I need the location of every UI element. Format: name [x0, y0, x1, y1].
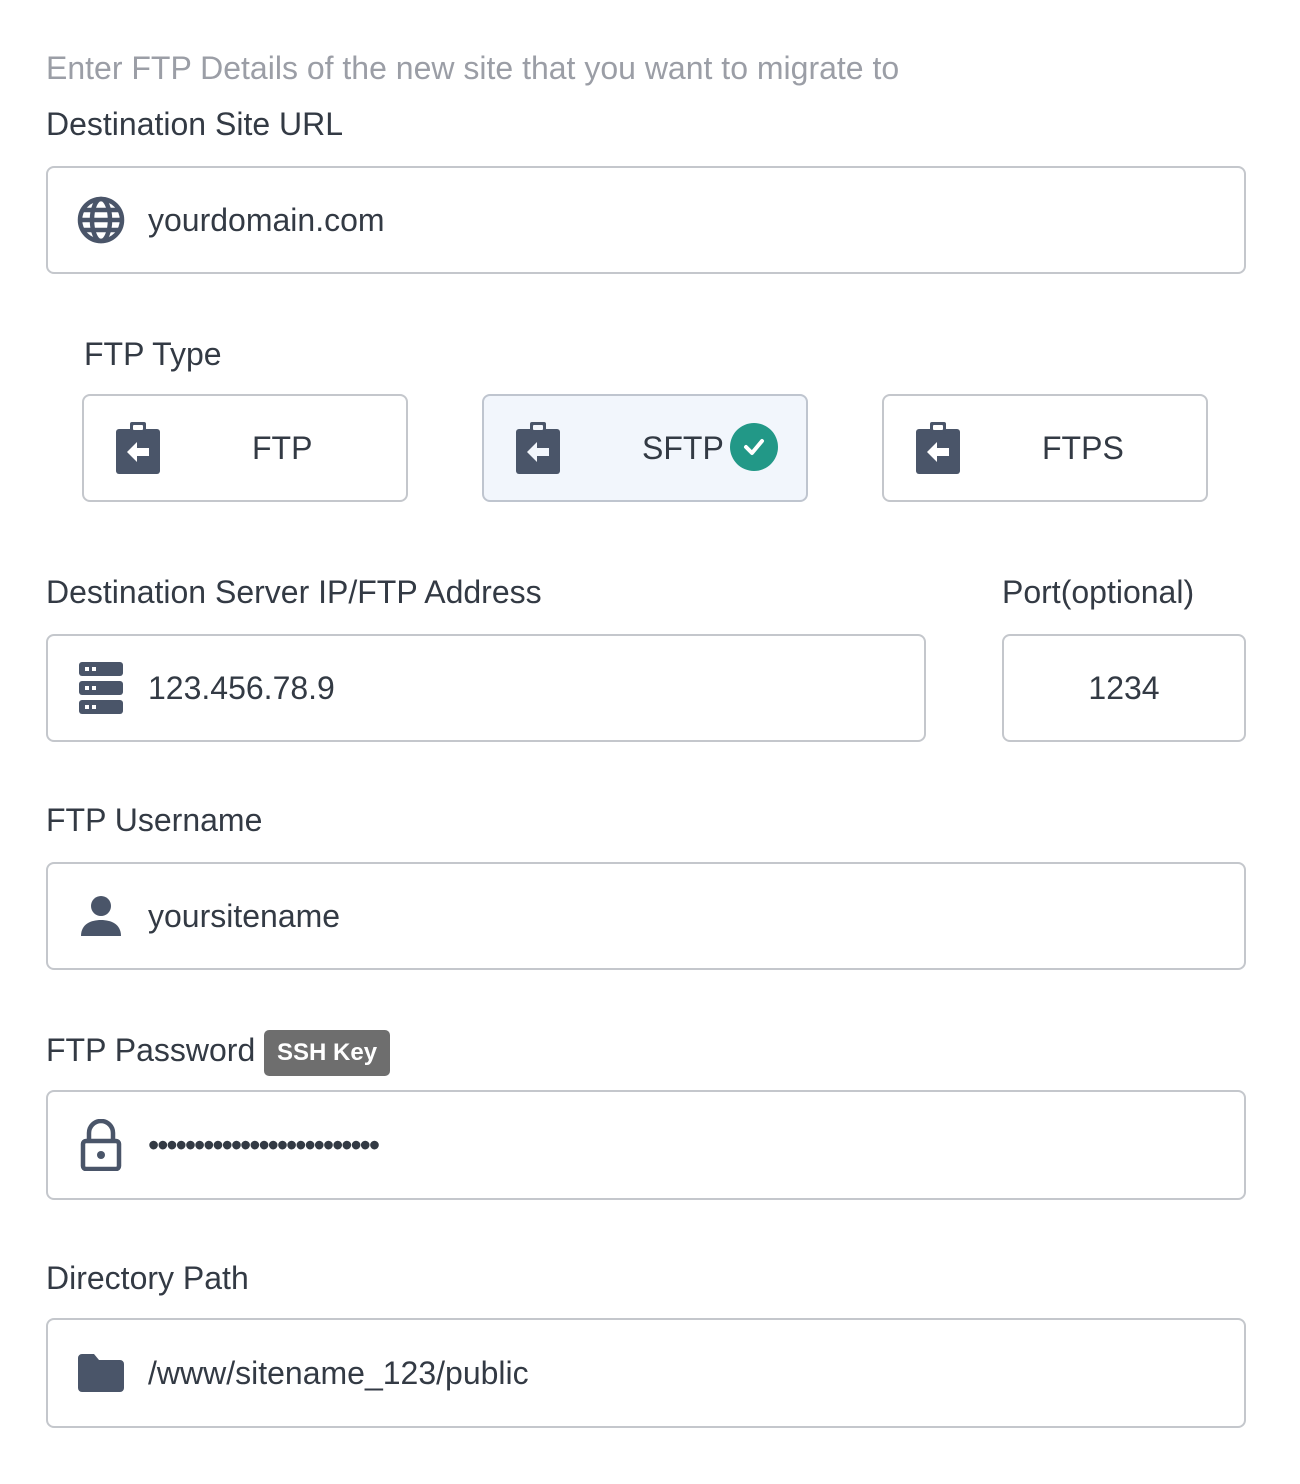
server-address-value: 123.456.78.9 — [148, 669, 335, 706]
username-value: yoursitename — [148, 897, 341, 934]
user-icon — [76, 891, 126, 941]
username-input[interactable]: yoursitename — [46, 862, 1246, 970]
clipboard-arrow-icon — [512, 420, 564, 476]
destination-url-value: yourdomain.com — [148, 201, 385, 238]
password-input[interactable]: ••••••••••••••••••••••••• — [46, 1090, 1246, 1200]
folder-icon — [76, 1348, 126, 1398]
ftp-type-label-sftp: SFTP — [642, 429, 724, 466]
password-label: FTP Password — [46, 1032, 256, 1068]
server-address-input[interactable]: 123.456.78.9 — [46, 634, 926, 742]
port-label: Port(optional) — [1002, 574, 1195, 610]
ftp-type-label: FTP Type — [84, 336, 222, 372]
password-value: ••••••••••••••••••••••••• — [148, 1126, 380, 1163]
lock-icon — [76, 1119, 126, 1171]
port-input[interactable]: 1234 — [1002, 634, 1246, 742]
ftp-type-option-ftp[interactable]: FTP — [82, 394, 408, 502]
server-address-label: Destination Server IP/FTP Address — [46, 574, 542, 610]
check-circle-icon — [730, 423, 778, 471]
directory-input[interactable]: /www/sitename_123/public — [46, 1318, 1246, 1428]
globe-icon — [76, 195, 126, 245]
destination-url-label: Destination Site URL — [46, 106, 344, 142]
clipboard-arrow-icon — [912, 420, 964, 476]
ftp-type-label-ftp: FTP — [252, 429, 313, 466]
ftp-type-option-sftp[interactable]: SFTP — [482, 394, 808, 502]
ftp-type-option-ftps[interactable]: FTPS — [882, 394, 1208, 502]
username-label: FTP Username — [46, 802, 263, 838]
ftp-type-label-ftps: FTPS — [1042, 429, 1124, 466]
directory-label: Directory Path — [46, 1260, 249, 1296]
ssh-key-badge[interactable]: SSH Key — [264, 1030, 391, 1076]
clipboard-arrow-icon — [112, 420, 164, 476]
port-value: 1234 — [1088, 669, 1160, 706]
intro-text: Enter FTP Details of the new site that y… — [46, 50, 900, 86]
destination-url-input[interactable]: yourdomain.com — [46, 166, 1246, 274]
server-icon — [76, 662, 126, 714]
directory-value: /www/sitename_123/public — [148, 1354, 529, 1391]
